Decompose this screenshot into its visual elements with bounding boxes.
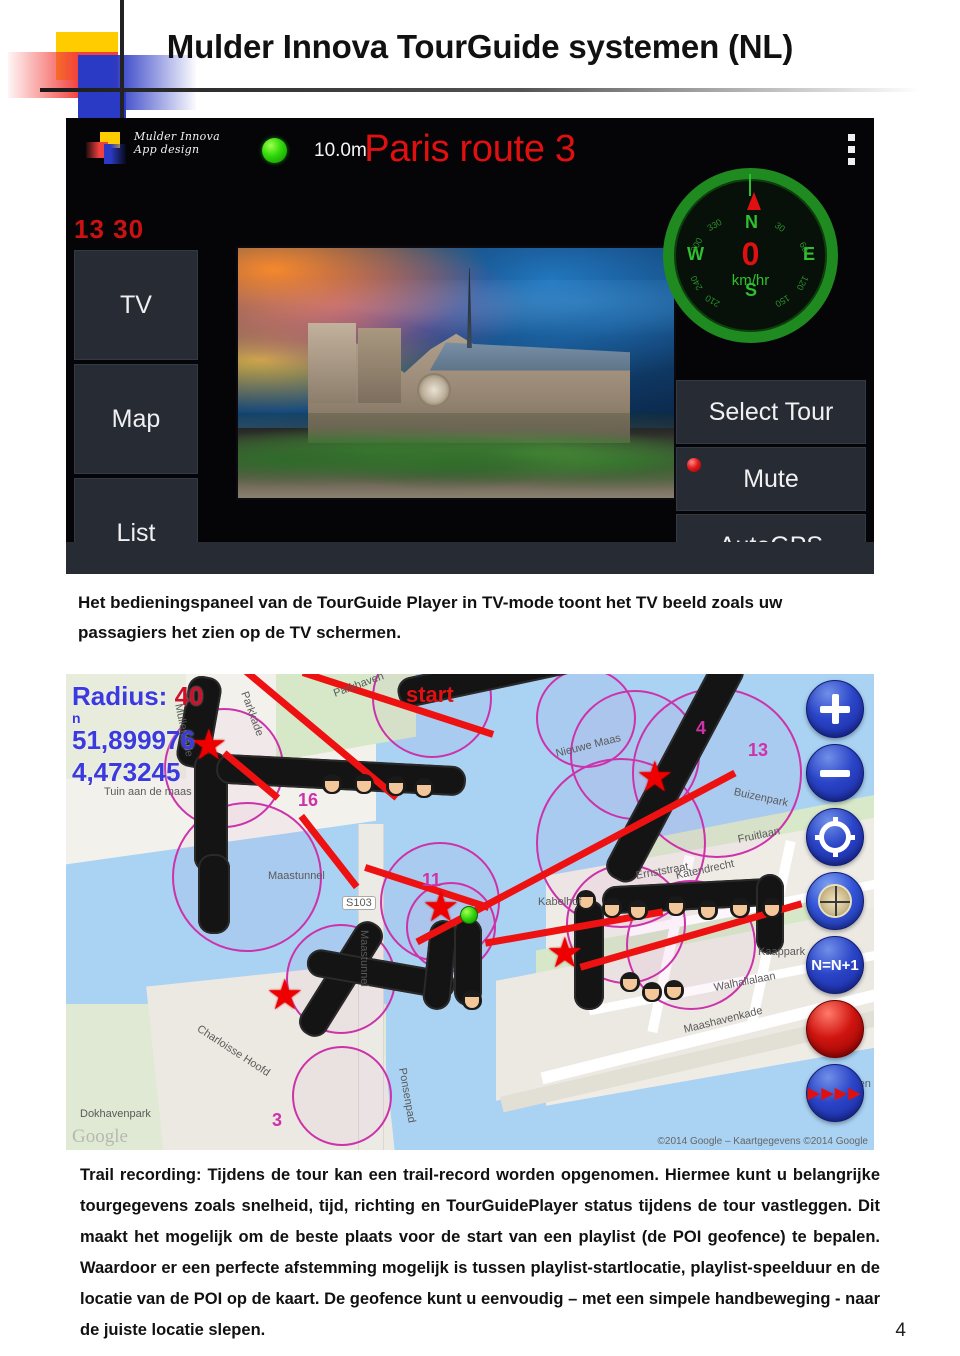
waypoint-number: 16 bbox=[298, 790, 319, 810]
body-paragraph: Trail recording: Tijdens de tour kan een… bbox=[80, 1166, 880, 1339]
waypoint-number: 4 bbox=[696, 718, 707, 738]
tv-button[interactable]: TV bbox=[74, 250, 198, 360]
tourguide-player-screenshot: Mulder Innova App design 10.0m Paris rou… bbox=[66, 118, 874, 574]
page-number: 4 bbox=[895, 1320, 906, 1341]
overlay-sub: n bbox=[72, 710, 81, 726]
kebab-dot-3 bbox=[848, 158, 855, 165]
crosshair-left bbox=[815, 835, 824, 840]
route-title: Paris route 3 bbox=[364, 128, 576, 170]
waypoint-number: 13 bbox=[748, 740, 769, 760]
compass-rose-button[interactable] bbox=[806, 872, 864, 930]
street-label: Maastunnel bbox=[268, 870, 325, 882]
tourist-avatar-icon bbox=[354, 774, 374, 794]
next-waypoint-label: N=N+1 bbox=[811, 956, 859, 974]
tourist-avatar-icon bbox=[628, 900, 648, 920]
radius-label: Radius: bbox=[72, 681, 168, 711]
player-left-button-group: TV Map List bbox=[74, 250, 198, 574]
street-label: Maastunnel bbox=[358, 930, 370, 987]
select-tour-button[interactable]: Select Tour bbox=[676, 380, 866, 444]
caption-player: Het bedieningspaneel van de TourGuide Pl… bbox=[78, 593, 783, 642]
waypoint-star[interactable]: ★ bbox=[422, 886, 460, 928]
cathedral-tower-left bbox=[307, 323, 356, 403]
radius-line: Radius: 40 bbox=[72, 680, 204, 712]
zoom-in-button[interactable] bbox=[806, 680, 864, 738]
tourist-avatar-icon bbox=[386, 776, 406, 796]
map-attribution: ©2014 Google – Kaartgegevens ©2014 Googl… bbox=[657, 1136, 868, 1147]
route-shield-label: S103 bbox=[342, 896, 376, 910]
street-label: Kaappark bbox=[758, 946, 806, 958]
compass-needle-icon bbox=[747, 192, 761, 210]
poi-label: Dokhavenpark bbox=[80, 1108, 151, 1120]
map-button-label: Map bbox=[111, 404, 161, 433]
crosshair-icon bbox=[815, 817, 855, 857]
tourist-avatar-icon bbox=[620, 972, 640, 992]
minus-icon bbox=[820, 769, 850, 777]
trail-segment bbox=[198, 854, 230, 934]
street-label: Kabelhof bbox=[538, 896, 582, 908]
plus-icon-v bbox=[831, 694, 839, 724]
tv-button-label: TV bbox=[120, 290, 152, 319]
tourist-avatar-icon bbox=[664, 980, 684, 1000]
select-tour-label: Select Tour bbox=[708, 397, 834, 426]
fast-forward-icon: ▶▶▶▶ bbox=[807, 1085, 863, 1102]
cathedral-tower-right bbox=[357, 328, 402, 403]
map-control-stack: N=N+1 ▶▶▶▶ bbox=[806, 680, 868, 1128]
player-bottom-bar bbox=[66, 542, 874, 574]
foreground-trees bbox=[238, 413, 674, 498]
speed-readout: 0 bbox=[741, 236, 760, 272]
logo-blue-square-small bbox=[78, 92, 126, 120]
mute-button[interactable]: Mute bbox=[676, 447, 866, 511]
tourist-avatar-icon bbox=[666, 896, 686, 916]
tourist-avatar-icon bbox=[322, 774, 342, 794]
record-stop-button[interactable] bbox=[806, 1000, 864, 1058]
tourist-avatar-icon bbox=[730, 898, 750, 918]
radius-value: 40 bbox=[174, 681, 204, 711]
geofence-circle[interactable] bbox=[292, 1046, 392, 1146]
compass-rose-icon bbox=[818, 884, 852, 918]
tourist-avatar-icon bbox=[698, 900, 718, 920]
kebab-menu-icon[interactable] bbox=[848, 134, 856, 170]
tourist-avatar-icon bbox=[602, 898, 622, 918]
map-overlay-readout: Radius: 40 n 51,899976 4,473245 bbox=[72, 680, 204, 788]
tourist-avatar-icon bbox=[462, 990, 482, 1010]
current-position-marker bbox=[460, 906, 478, 924]
fast-forward-button[interactable]: ▶▶▶▶ bbox=[806, 1064, 864, 1122]
tv-preview-image[interactable] bbox=[236, 246, 676, 500]
kebab-dot-2 bbox=[848, 146, 855, 153]
clock-readout: 13 30 bbox=[74, 214, 145, 244]
waypoint-star[interactable]: ★ bbox=[636, 756, 674, 798]
waypoint-number: 3 bbox=[272, 1110, 283, 1130]
kebab-dot-1 bbox=[848, 134, 855, 141]
mute-status-dot-icon bbox=[687, 458, 701, 472]
map-button[interactable]: Map bbox=[74, 364, 198, 474]
crosshair-right bbox=[846, 835, 855, 840]
tourist-avatar-icon bbox=[414, 778, 434, 798]
waypoint-star[interactable]: ★ bbox=[546, 932, 584, 974]
tourist-avatar-icon bbox=[642, 982, 662, 1002]
my-location-button[interactable] bbox=[806, 808, 864, 866]
longitude-readout: 4,473245 bbox=[72, 757, 181, 787]
waypoint-star[interactable]: ★ bbox=[266, 974, 304, 1016]
trail-recording-map-screenshot: ★ ★ ★ ★ ★ Parkkade Parkhaven Mullerkade … bbox=[66, 674, 874, 1150]
next-waypoint-button[interactable]: N=N+1 bbox=[806, 936, 864, 994]
latitude-readout: 51,899976 bbox=[72, 725, 195, 755]
tourist-avatar-icon bbox=[762, 898, 782, 918]
page-title: Mulder Innova TourGuide systemen (NL) bbox=[166, 28, 794, 65]
compass-speedometer: N S E W 0 km/hr 30 60 120 150 210 240 30… bbox=[663, 168, 838, 343]
zoom-out-button[interactable] bbox=[806, 744, 864, 802]
mute-label: Mute bbox=[743, 464, 799, 493]
start-label: start bbox=[406, 682, 454, 707]
google-watermark: Google bbox=[72, 1126, 128, 1147]
waypoint-number: 11 bbox=[422, 870, 442, 890]
rose-window bbox=[416, 373, 451, 407]
page-header: Mulder Innova TourGuide systemen (NL) bbox=[0, 0, 960, 120]
header-horizontal-rule bbox=[40, 88, 920, 92]
compass-label-north: N bbox=[745, 212, 758, 232]
